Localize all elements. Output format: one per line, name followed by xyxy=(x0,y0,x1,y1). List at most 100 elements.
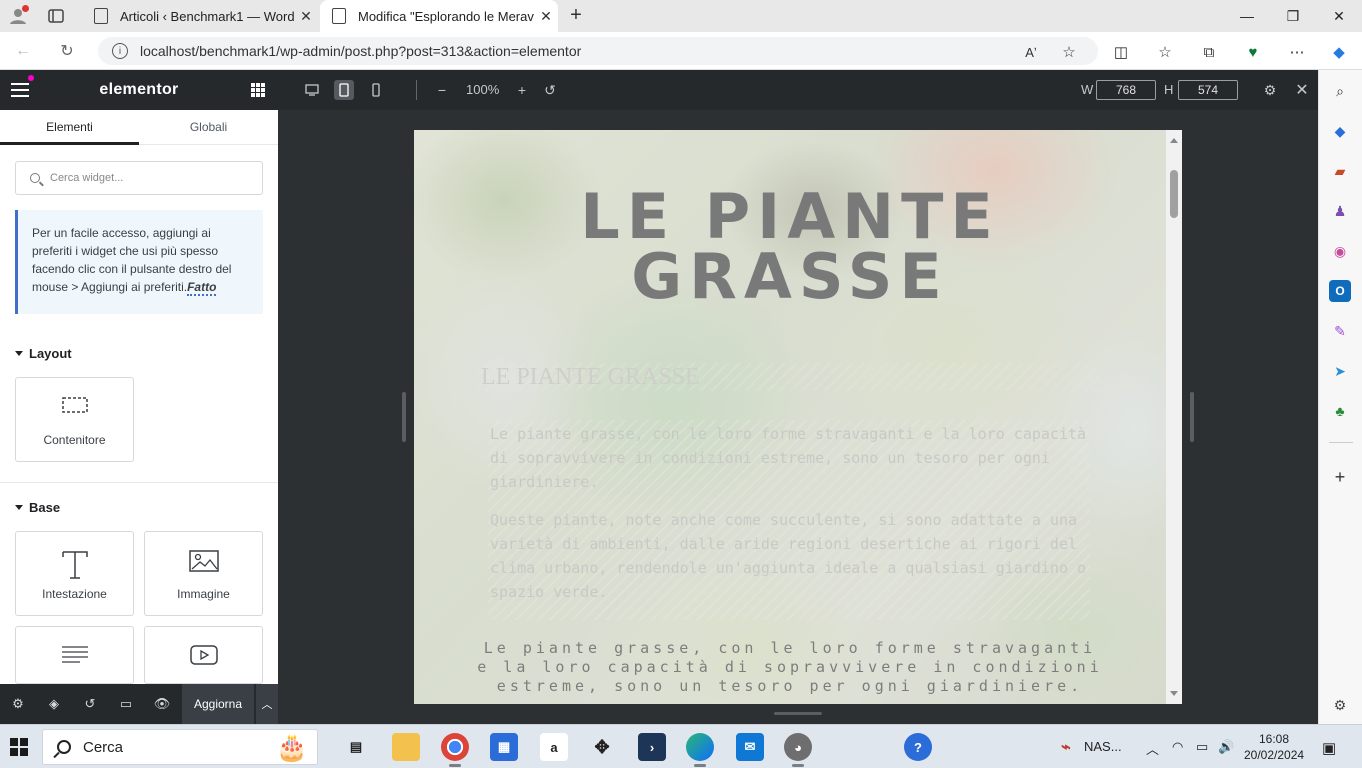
scroll-up-icon[interactable] xyxy=(1170,138,1178,143)
base-section-title[interactable]: Base xyxy=(15,500,60,515)
notifications-icon[interactable]: ▣ xyxy=(1322,739,1336,757)
split-screen-icon[interactable]: ◫ xyxy=(1110,41,1132,63)
tab-actions-icon[interactable] xyxy=(44,4,68,28)
widget-video[interactable] xyxy=(144,626,263,684)
layout-section-title[interactable]: Layout xyxy=(15,346,72,361)
widget-container[interactable]: Contenitore xyxy=(15,377,134,462)
telegram-icon[interactable]: ➤ xyxy=(1329,360,1351,382)
tab-elements[interactable]: Elementi xyxy=(0,110,139,145)
windows-start-icon[interactable] xyxy=(10,738,28,756)
desktop-device-icon[interactable] xyxy=(302,80,322,100)
close-icon[interactable]: ✕ xyxy=(294,8,318,25)
page-title-line2[interactable]: GRASSE xyxy=(414,246,1166,308)
tablet-device-icon[interactable] xyxy=(334,80,354,100)
width-input[interactable]: 768 xyxy=(1096,80,1156,100)
right-resize-handle[interactable] xyxy=(1190,392,1194,442)
widget-search-input[interactable]: Cerca widget... xyxy=(15,161,263,195)
window-close-icon[interactable]: ✕ xyxy=(1316,0,1362,32)
mail-icon[interactable]: ✉ xyxy=(736,733,764,761)
edge-icon[interactable] xyxy=(686,733,714,767)
nas-label[interactable]: NAS... xyxy=(1084,739,1122,754)
people-icon[interactable]: ♟ xyxy=(1329,200,1351,222)
tip-done-link[interactable]: Fatto xyxy=(187,280,217,296)
tools-briefcase-icon[interactable]: ▰ xyxy=(1329,160,1351,182)
browser-tab-edit[interactable]: Modifica "Esplorando le Meravig ✕ xyxy=(320,0,558,32)
paragraph-3[interactable]: Le piante grasse, con le loro forme stra… xyxy=(474,639,1106,696)
volume-icon[interactable]: 🔊 xyxy=(1218,739,1234,755)
preview-eye-icon[interactable]: 👁 xyxy=(152,694,172,714)
url-field[interactable]: i localhost/benchmark1/wp-admin/post.php… xyxy=(98,37,1098,65)
wifi-icon[interactable]: ◠ xyxy=(1172,739,1183,755)
tab-globals[interactable]: Globali xyxy=(139,110,278,144)
collections-icon[interactable]: ⧉ xyxy=(1198,41,1220,63)
zoom-out-icon[interactable]: − xyxy=(432,80,452,100)
cake-icon[interactable]: 🎂 xyxy=(270,730,314,764)
designer-icon[interactable]: ✎ xyxy=(1329,320,1351,342)
info-icon[interactable]: i xyxy=(112,43,128,59)
github-desktop-icon[interactable]: ◕ xyxy=(784,733,812,767)
favorite-star-icon[interactable]: ☆ xyxy=(1058,41,1080,63)
reset-zoom-icon[interactable]: ↺ xyxy=(540,80,560,100)
search-icon[interactable]: ⌕ xyxy=(1329,80,1351,102)
battery-icon[interactable]: ▭ xyxy=(1196,739,1208,755)
outlook-icon[interactable]: O xyxy=(1329,280,1351,302)
nas-app-icon[interactable]: ⌁ xyxy=(1052,733,1080,761)
minimize-icon[interactable]: — xyxy=(1224,0,1270,32)
left-resize-handle[interactable] xyxy=(402,392,406,442)
copilot-icon[interactable]: ◆ xyxy=(1328,41,1350,63)
office-icon[interactable]: ◉ xyxy=(1329,240,1351,262)
file-explorer-icon[interactable] xyxy=(392,733,420,761)
task-view-icon[interactable]: ▤ xyxy=(342,733,370,761)
performance-icon[interactable]: ♥ xyxy=(1242,41,1264,63)
update-button[interactable]: Aggiorna xyxy=(182,684,254,724)
widget-heading[interactable]: Intestazione xyxy=(15,531,134,616)
powershell-icon[interactable]: › xyxy=(638,733,666,761)
refresh-icon[interactable]: ↻ xyxy=(56,40,78,62)
scroll-thumb[interactable] xyxy=(1170,170,1178,218)
add-icon[interactable]: + xyxy=(1329,466,1351,488)
clock-time: 16:08 xyxy=(1258,732,1290,746)
amazon-icon[interactable]: a xyxy=(540,733,568,761)
preview-scrollbar[interactable] xyxy=(1166,130,1182,704)
responsive-mode-icon[interactable]: ▭ xyxy=(116,694,136,714)
tree-game-icon[interactable]: ♣ xyxy=(1329,400,1351,422)
restore-icon[interactable]: ❐ xyxy=(1270,0,1316,32)
sidebar-settings-icon[interactable]: ⚙ xyxy=(1329,694,1351,716)
favorites-icon[interactable]: ☆ xyxy=(1154,41,1176,63)
page-title-line1[interactable]: LE PIANTE xyxy=(414,186,1166,248)
widget-text-editor[interactable] xyxy=(15,626,134,684)
microsoft-store-icon[interactable]: ▦ xyxy=(490,733,518,761)
back-icon[interactable]: ← xyxy=(12,40,34,62)
dropbox-icon[interactable]: ✥ xyxy=(588,733,616,761)
mobile-device-icon[interactable] xyxy=(366,80,386,100)
bottom-resize-handle[interactable] xyxy=(774,712,822,715)
search-icon xyxy=(30,173,40,183)
settings-icon[interactable]: ⚙ xyxy=(1260,80,1280,100)
chrome-icon[interactable] xyxy=(441,733,469,767)
paragraph-1[interactable]: Le piante grasse, con le loro forme stra… xyxy=(490,422,1094,494)
help-icon[interactable]: ? xyxy=(904,733,932,761)
widget-label: Immagine xyxy=(177,587,230,601)
new-tab-icon[interactable]: + xyxy=(564,4,588,27)
zoom-in-icon[interactable]: + xyxy=(512,80,532,100)
close-icon[interactable]: ✕ xyxy=(534,8,558,25)
history-icon[interactable]: ↺ xyxy=(80,694,100,714)
scroll-down-icon[interactable] xyxy=(1170,691,1178,696)
paragraph-2[interactable]: Queste piante, note anche come succulent… xyxy=(490,508,1094,604)
navigator-layers-icon[interactable]: ◈ xyxy=(44,694,64,714)
layout-title: Layout xyxy=(29,346,72,361)
close-icon[interactable]: ✕ xyxy=(1292,80,1312,100)
tab-label: Modifica "Esplorando le Meravig xyxy=(358,8,534,24)
widget-image[interactable]: Immagine xyxy=(144,531,263,616)
system-clock[interactable]: 16:08 20/02/2024 xyxy=(1244,731,1304,763)
shopping-tag-icon[interactable]: ◆ xyxy=(1329,120,1351,142)
chevron-up-icon[interactable]: ︿ xyxy=(1146,739,1159,758)
chevron-up-icon[interactable]: ︿ xyxy=(255,684,278,724)
more-menu-icon[interactable]: ⋯ xyxy=(1286,41,1308,63)
widgets-grid-icon[interactable] xyxy=(251,83,265,97)
browser-tab-articles[interactable]: Articoli ‹ Benchmark1 — WordPress ✕ xyxy=(82,0,318,32)
height-input[interactable]: 574 xyxy=(1178,80,1238,100)
section-heading[interactable]: LE PIANTE GRASSE xyxy=(481,364,700,391)
settings-icon[interactable]: ⚙ xyxy=(8,694,28,714)
read-aloud-icon[interactable]: Aʼ xyxy=(1020,41,1042,63)
